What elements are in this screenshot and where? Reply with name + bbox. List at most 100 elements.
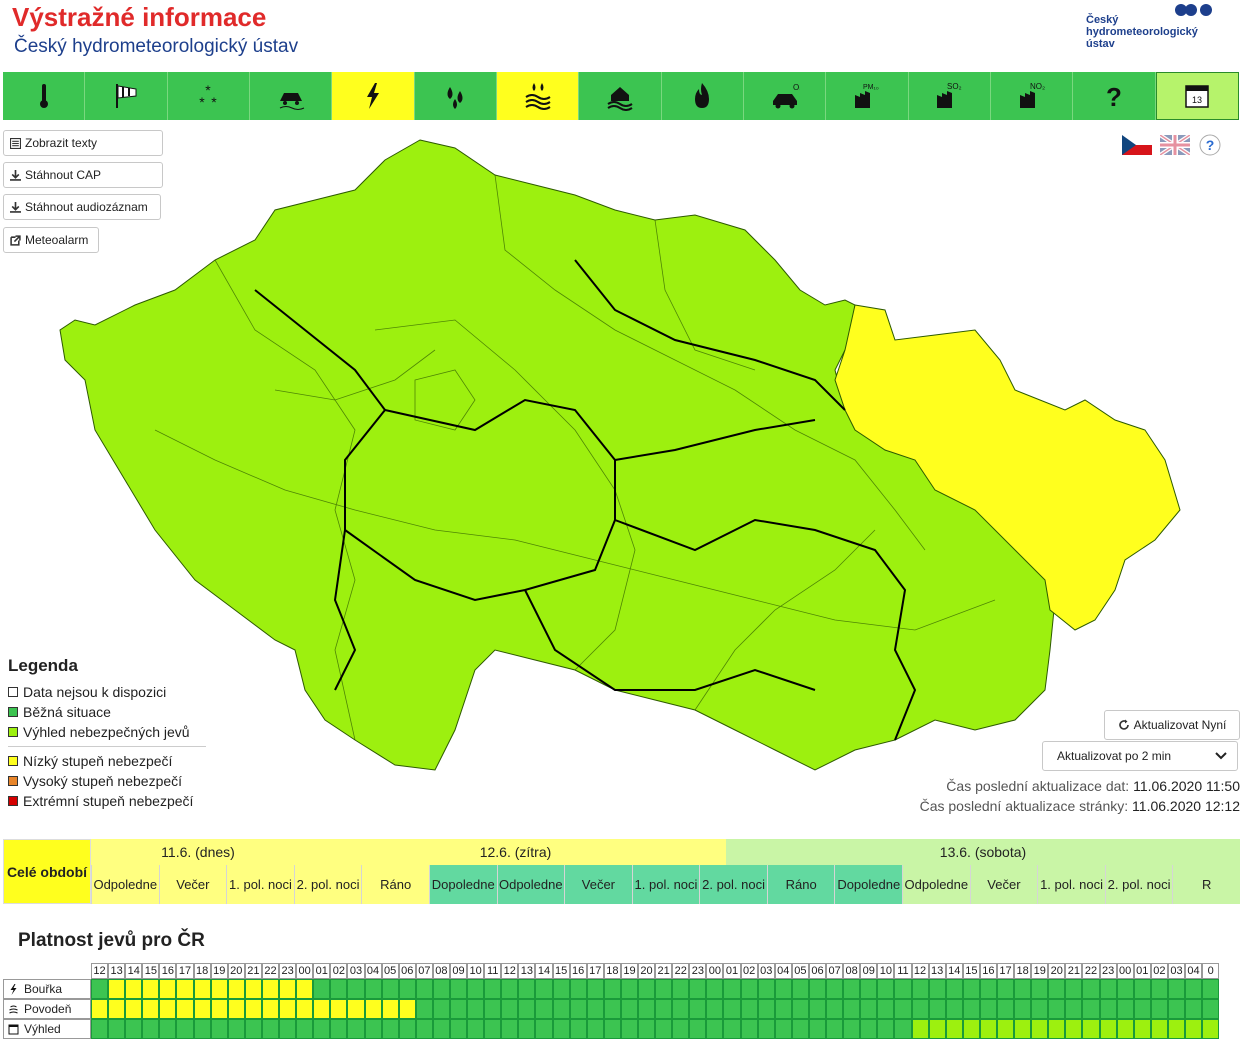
- validity-cell[interactable]: [894, 999, 912, 1019]
- validity-cell[interactable]: [928, 979, 946, 999]
- validity-cell[interactable]: [638, 979, 656, 999]
- period-slot[interactable]: 1. pol. noci: [1037, 865, 1105, 904]
- validity-cell[interactable]: [1116, 999, 1134, 1019]
- period-slot[interactable]: Odpoledne: [91, 865, 159, 904]
- validity-cell[interactable]: [791, 1019, 809, 1039]
- validity-cell[interactable]: [1167, 1019, 1185, 1039]
- validity-cell[interactable]: [1031, 979, 1049, 999]
- validity-cell[interactable]: [979, 979, 997, 999]
- validity-cell[interactable]: [244, 979, 262, 999]
- validity-cell[interactable]: [518, 999, 536, 1019]
- toolbar-button-wind[interactable]: [85, 72, 168, 120]
- period-slot[interactable]: Ráno: [361, 865, 429, 904]
- validity-cell[interactable]: [210, 999, 228, 1019]
- validity-cell[interactable]: [843, 1019, 861, 1039]
- validity-cell[interactable]: [1082, 979, 1100, 999]
- validity-cell[interactable]: [484, 999, 502, 1019]
- validity-cell[interactable]: [347, 1019, 365, 1039]
- validity-cell[interactable]: [125, 1019, 143, 1039]
- validity-cell[interactable]: [381, 1019, 399, 1039]
- period-slot[interactable]: Dopoledne: [834, 865, 903, 904]
- validity-cell[interactable]: [757, 1019, 775, 1039]
- validity-cell[interactable]: [142, 999, 160, 1019]
- validity-cell[interactable]: [877, 999, 895, 1019]
- validity-cell[interactable]: [91, 1019, 109, 1039]
- validity-cell[interactable]: [962, 1019, 980, 1039]
- validity-cell[interactable]: [655, 999, 673, 1019]
- validity-cell[interactable]: [91, 979, 109, 999]
- validity-cell[interactable]: [330, 979, 348, 999]
- validity-cell[interactable]: [210, 1019, 228, 1039]
- validity-cell[interactable]: [945, 999, 963, 1019]
- toolbar-button-fire[interactable]: [661, 72, 744, 120]
- validity-cell[interactable]: [1014, 979, 1032, 999]
- validity-cell[interactable]: [1048, 1019, 1066, 1039]
- validity-cell[interactable]: [877, 1019, 895, 1039]
- validity-cell[interactable]: [911, 1019, 929, 1039]
- validity-cell[interactable]: [261, 979, 280, 999]
- toolbar-button-help[interactable]: ?: [1073, 72, 1156, 120]
- validity-cell[interactable]: [860, 999, 878, 1019]
- validity-cell[interactable]: [928, 999, 946, 1019]
- validity-cell[interactable]: [91, 999, 109, 1019]
- validity-cell[interactable]: [826, 1019, 844, 1039]
- validity-cell[interactable]: [1202, 999, 1220, 1019]
- toolbar-button-rain[interactable]: [414, 72, 497, 120]
- toolbar-button-no2[interactable]: NO₂: [990, 72, 1074, 120]
- validity-cell[interactable]: [484, 1019, 502, 1039]
- validity-cell[interactable]: [1014, 1019, 1032, 1039]
- validity-cell[interactable]: [313, 999, 331, 1019]
- validity-cell[interactable]: [774, 1019, 792, 1039]
- validity-cell[interactable]: [1133, 999, 1151, 1019]
- validity-cell[interactable]: [244, 1019, 262, 1039]
- validity-cell[interactable]: [449, 979, 468, 999]
- validity-cell[interactable]: [449, 1019, 468, 1039]
- validity-cell[interactable]: [945, 979, 963, 999]
- validity-cell[interactable]: [261, 1019, 280, 1039]
- period-slot[interactable]: 2. pol. noci: [699, 865, 767, 904]
- validity-cell[interactable]: [1202, 1019, 1220, 1039]
- validity-cell[interactable]: [1065, 999, 1083, 1019]
- validity-cell[interactable]: [603, 999, 621, 1019]
- validity-cell[interactable]: [381, 979, 399, 999]
- validity-cell[interactable]: [860, 979, 878, 999]
- validity-cell[interactable]: [501, 979, 519, 999]
- validity-cell[interactable]: [1116, 1019, 1134, 1039]
- validity-cell[interactable]: [108, 999, 126, 1019]
- validity-cell[interactable]: [1167, 999, 1185, 1019]
- validity-cell[interactable]: [176, 999, 194, 1019]
- validity-cell[interactable]: [1082, 999, 1100, 1019]
- help-icon[interactable]: ?: [1198, 133, 1222, 157]
- validity-cell[interactable]: [945, 1019, 963, 1039]
- validity-cell[interactable]: [757, 999, 775, 1019]
- validity-cell[interactable]: [432, 1019, 450, 1039]
- validity-cell[interactable]: [1048, 999, 1066, 1019]
- validity-cell[interactable]: [313, 1019, 331, 1039]
- validity-cell[interactable]: [672, 979, 690, 999]
- validity-cell[interactable]: [552, 1019, 570, 1039]
- validity-cell[interactable]: [347, 979, 365, 999]
- validity-cell[interactable]: [672, 999, 690, 1019]
- period-slot[interactable]: 2. pol. noci: [1104, 865, 1173, 904]
- validity-cell[interactable]: [723, 999, 741, 1019]
- validity-cell[interactable]: [1099, 999, 1117, 1019]
- validity-cell[interactable]: [330, 999, 348, 1019]
- validity-cell[interactable]: [552, 979, 570, 999]
- validity-cell[interactable]: [689, 979, 707, 999]
- toolbar-button-ozone[interactable]: O₃: [743, 72, 827, 120]
- validity-cell[interactable]: [1031, 1019, 1049, 1039]
- day-header[interactable]: 12.6. (zítra): [305, 839, 726, 865]
- validity-cell[interactable]: [1116, 979, 1134, 999]
- validity-cell[interactable]: [535, 1019, 553, 1039]
- validity-cell[interactable]: [586, 999, 604, 1019]
- validity-cell[interactable]: [826, 999, 844, 1019]
- validity-cell[interactable]: [808, 999, 827, 1019]
- validity-cell[interactable]: [791, 999, 809, 1019]
- validity-cell[interactable]: [979, 1019, 997, 1039]
- period-slot[interactable]: 1. pol. noci: [631, 865, 700, 904]
- validity-cell[interactable]: [620, 979, 638, 999]
- validity-cell[interactable]: [193, 979, 211, 999]
- validity-cell[interactable]: [227, 1019, 245, 1039]
- warning-map[interactable]: [55, 130, 1190, 780]
- period-slot[interactable]: Večer: [564, 865, 632, 904]
